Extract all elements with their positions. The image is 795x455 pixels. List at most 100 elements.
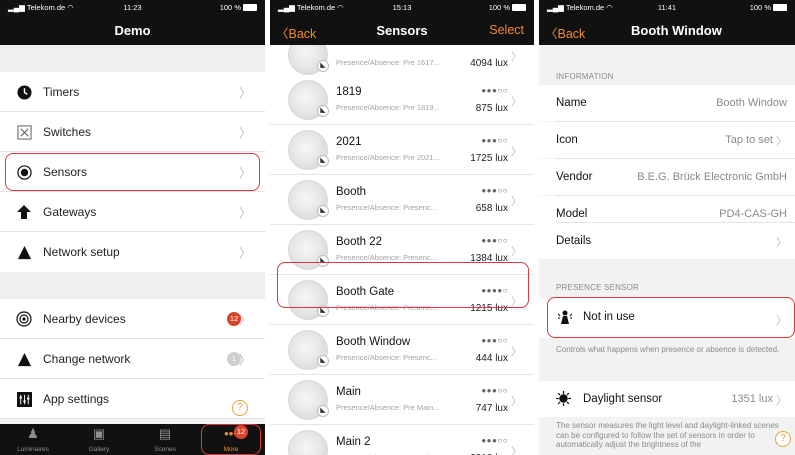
- info-value: PD4-CAS-GH: [719, 208, 787, 220]
- tab-gallery[interactable]: ▣ Gallery: [66, 424, 132, 455]
- chevron-right-icon: 〉: [238, 86, 251, 100]
- help-icon[interactable]: ?: [232, 400, 248, 416]
- switch-icon: [16, 124, 32, 140]
- sensor-avatar: ◣: [288, 430, 328, 455]
- menu-item-switches[interactable]: Switches 〉: [0, 112, 265, 152]
- info-value: B.E.G. Brück Electronic GmbH: [637, 171, 787, 183]
- status-bar: ▂▄▆ Telekom.de ◠ 15:13 100 %: [270, 0, 534, 15]
- phone-screen-booth-window: ▂▄▆ Telekom.de ◠ 11:41 100 % 〈Back Booth …: [539, 0, 795, 455]
- menu-item-app-settings[interactable]: App settings: [0, 379, 265, 419]
- sensor-name: 1819: [336, 86, 362, 98]
- menu-item-change-network[interactable]: Change network 1 〉: [0, 339, 265, 379]
- sensor-name: Booth: [336, 186, 367, 198]
- phone-screen-demo: ▂▄▆ Telekom.de ◠ 11:23 100 % Demo Timers …: [0, 0, 265, 455]
- tab-label: Gallery: [88, 446, 110, 453]
- sensor-description: Presence/Absence: Presenc...: [336, 353, 437, 362]
- tab-scenes[interactable]: ▤ Scenes: [132, 424, 198, 455]
- sensor-description: Presence/Absence: Presenc...: [336, 203, 437, 212]
- info-label: Vendor: [556, 171, 593, 183]
- menu-item-timers[interactable]: Timers 〉: [0, 72, 265, 112]
- battery-icon: [773, 4, 787, 11]
- nearby-icon: [16, 311, 32, 327]
- chevron-right-icon: 〉: [511, 346, 522, 358]
- sensor-avatar: ◣: [288, 180, 329, 220]
- back-button[interactable]: 〈Back: [545, 23, 585, 42]
- section-header-information: INFORMATION: [556, 72, 614, 81]
- sensor-name: Booth 22: [336, 236, 383, 248]
- chevron-right-icon: 〉: [511, 96, 522, 108]
- chevron-right-icon: 〉: [511, 396, 522, 408]
- daylight-sensor-row[interactable]: Daylight sensor 1351 lux 〉: [539, 381, 795, 417]
- menu-label: App settings: [43, 392, 110, 406]
- sensor-list-item[interactable]: ◣Main 2Presence/Absence: Pre Main...●●●○…: [270, 425, 534, 455]
- menu-label: Network setup: [43, 245, 120, 259]
- chevron-right-icon: 〉: [776, 237, 787, 249]
- sensor-name: Main: [336, 386, 361, 398]
- info-row-details[interactable]: Details 〉: [539, 223, 795, 259]
- info-row-icon[interactable]: Icon Tap to set 〉: [539, 122, 795, 158]
- nav-bar: 〈Back Booth Window: [539, 15, 795, 45]
- section-gap: [0, 45, 265, 72]
- gallery-icon: ▣: [92, 426, 106, 441]
- highlight-outline: [277, 262, 529, 308]
- daylight-value: 1351 lux: [731, 393, 773, 405]
- highlight-outline: [547, 297, 795, 338]
- chevron-right-icon: 〉: [511, 146, 522, 158]
- nav-bar: Demo: [0, 15, 265, 45]
- menu-label: Timers: [43, 85, 80, 99]
- sensor-avatar: ◣: [288, 130, 329, 170]
- menu-item-nearby-devices[interactable]: Nearby devices 12 〉: [0, 299, 265, 339]
- chevron-right-icon: 〉: [511, 446, 522, 455]
- network-setup-icon: [16, 244, 32, 260]
- sensor-name: Booth Window: [336, 336, 411, 348]
- sensor-list-item[interactable]: ◣ Booth Window Presence/Absence: Presenc..…: [270, 325, 534, 375]
- sensor-description: Presence/Absence: Pre 1617...: [336, 58, 440, 67]
- select-button[interactable]: Select: [489, 23, 524, 37]
- sensor-description: Presence/Absence: Presenc...: [336, 253, 437, 262]
- info-label: Name: [556, 97, 587, 109]
- sensor-avatar: ◣: [288, 80, 329, 120]
- menu-label: Change network: [43, 352, 131, 366]
- info-value: Booth Window: [716, 97, 787, 109]
- chevron-right-icon: 〉: [238, 126, 251, 140]
- daylight-icon: [556, 391, 571, 406]
- sensor-list-item[interactable]: ◣ 1819 Presence/Absence: Pre 1819... ●●●○○ 8…: [270, 75, 534, 125]
- settings-grid-icon: [16, 391, 32, 407]
- menu-label: Nearby devices: [43, 312, 126, 326]
- back-label: Back: [557, 27, 586, 41]
- info-label: Model: [556, 208, 588, 220]
- help-icon[interactable]: ?: [775, 431, 791, 447]
- section-gap: [0, 272, 265, 299]
- network-icon: [16, 351, 32, 367]
- menu-label: Switches: [43, 125, 92, 139]
- battery-percent: 100 %: [219, 3, 241, 12]
- chevron-right-icon: 〉: [238, 353, 251, 367]
- page-title: Demo: [114, 23, 151, 38]
- clock-icon: [16, 84, 32, 100]
- sensor-lux: 1725 lux: [470, 153, 508, 164]
- status-bar: ▂▄▆ Telekom.de ◠ 11:41 100 %: [539, 0, 795, 15]
- battery-percent: 100 %: [749, 3, 771, 12]
- gateway-icon: [16, 204, 32, 220]
- sensor-description: Presence/Absence: Pre Main...: [336, 403, 440, 412]
- sensor-type-icon: ◣: [317, 205, 329, 217]
- info-row-name: Name Booth Window: [539, 85, 795, 121]
- highlight-outline: [201, 424, 261, 455]
- menu-item-network-setup[interactable]: Network setup 〉: [0, 232, 265, 272]
- signal-strength: ●●●○○: [481, 336, 508, 345]
- tab-luminaires[interactable]: ♟ Luminaires: [0, 424, 66, 455]
- chevron-right-icon: 〉: [511, 51, 522, 63]
- sensor-list-item[interactable]: ◣ Booth Presence/Absence: Presenc... ●●●○○ 6…: [270, 175, 534, 225]
- sensor-lux: 444 lux: [475, 353, 508, 364]
- sensor-lux: 875 lux: [475, 103, 508, 114]
- sensor-list-item[interactable]: ◣ Main Presence/Absence: Pre Main... ●●●○○ 7…: [270, 375, 534, 425]
- sensor-type-icon: ◣: [317, 155, 329, 167]
- chevron-right-icon: 〉: [776, 136, 787, 148]
- info-row-vendor: Vendor B.E.G. Brück Electronic GmbH: [539, 159, 795, 195]
- sensor-lux: 658 lux: [475, 203, 508, 214]
- sensor-avatar: ◣: [288, 380, 329, 420]
- page-title: Booth Window: [631, 23, 722, 38]
- menu-item-gateways[interactable]: Gateways 〉: [0, 192, 265, 232]
- lamp-icon: ♟: [27, 426, 39, 441]
- sensor-list-item[interactable]: ◣ 2021 Presence/Absence: Pre 2021... ●●●○○ 1…: [270, 125, 534, 175]
